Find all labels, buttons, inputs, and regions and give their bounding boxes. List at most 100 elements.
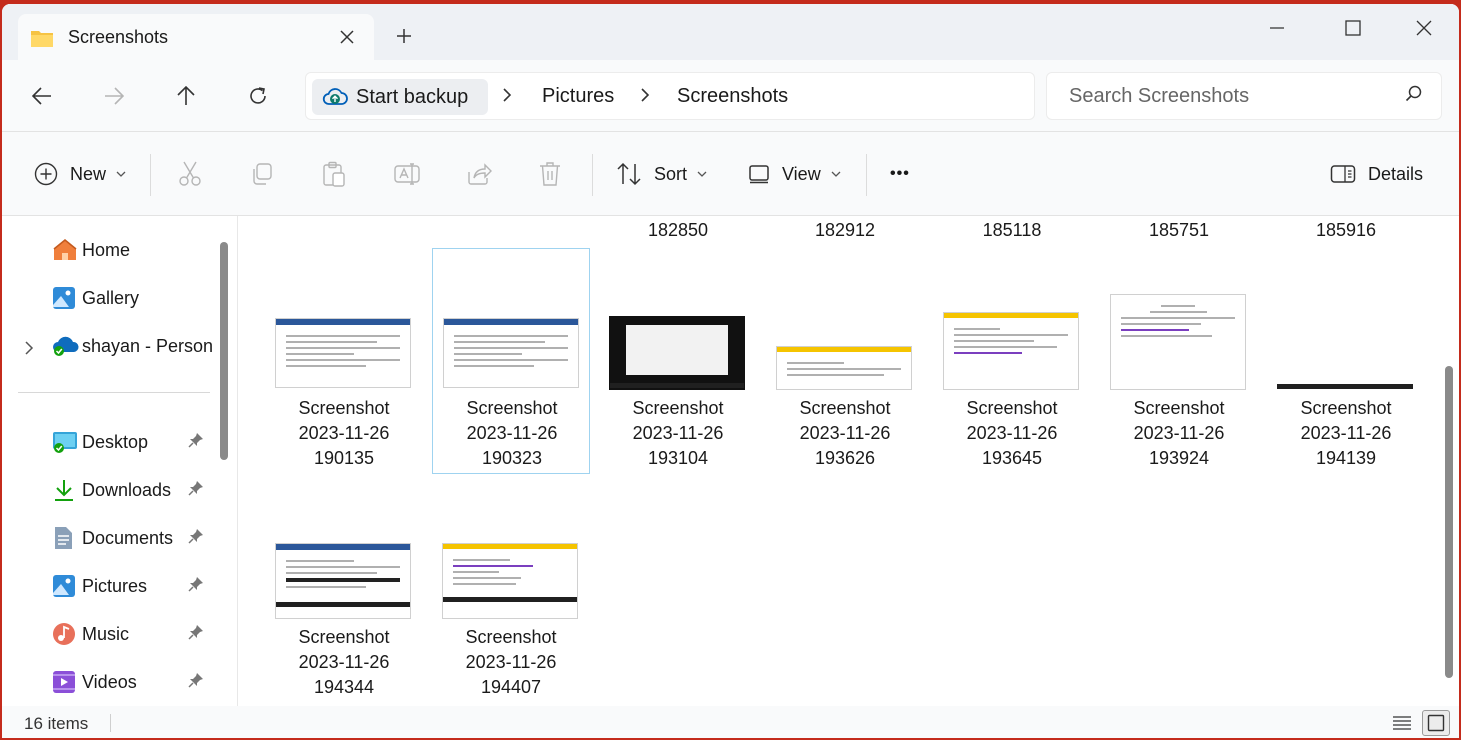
sidebar-label: Documents [82,528,174,548]
separator [866,154,867,196]
new-tab-icon[interactable] [396,22,412,48]
partial-file-label[interactable]: 182912 [770,220,920,241]
file-thumbnail [943,312,1079,390]
chevron-right-icon[interactable] [502,87,512,108]
separator [110,714,111,732]
file-view: 182850 182912 185118 185751 185916 Scree… [239,216,1459,706]
file-name: Screenshot 2023-11-26 190135 [298,398,390,468]
separator [592,154,593,196]
maximize-icon[interactable] [1318,8,1388,48]
partial-file-label[interactable]: 185751 [1104,220,1254,241]
chevron-down-icon [831,167,841,181]
file-name: Screenshot 2023-11-26 190323 [466,398,558,468]
details-view-button[interactable] [1388,710,1416,736]
sort-button[interactable]: Sort [616,158,707,190]
breadcrumb-pictures[interactable]: Pictures [542,85,614,108]
file-thumbnail [275,543,411,619]
sort-icon [616,162,642,186]
plus-circle-icon [34,162,58,186]
view-button[interactable]: View [748,158,841,190]
forward-arrow-icon[interactable] [96,80,132,112]
sidebar-label: Music [82,624,130,644]
sidebar-item-gallery[interactable]: Gallery [2,278,214,318]
sidebar-item-home[interactable]: Home [2,230,214,270]
file-thumbnail [275,318,411,388]
back-arrow-icon[interactable] [24,80,60,112]
pin-icon[interactable] [188,528,204,551]
see-more-button[interactable]: ••• [890,158,910,190]
sidebar-item-pictures[interactable]: Pictures [2,566,214,606]
pictures-icon [52,574,76,598]
trash-icon [538,161,562,187]
address-bar[interactable]: Start backup Pictures Screenshots [305,72,1035,120]
cut-button[interactable] [178,158,202,190]
clipboard-icon [322,161,346,187]
file-thumbnail [442,543,578,619]
pin-icon[interactable] [188,432,204,455]
list-view-icon [1392,715,1412,731]
pin-icon[interactable] [188,480,204,503]
tab-screenshots[interactable]: Screenshots [18,14,374,60]
file-tile[interactable]: Screenshot 2023-11-26 193645 [933,248,1091,474]
file-tile[interactable]: Screenshot 2023-11-26 194344 [265,477,423,703]
start-backup-button[interactable]: Start backup [312,79,488,115]
navigation-pane: Home Gallery shayan - Persona Desktop Do… [2,216,238,706]
onedrive-icon [52,334,79,358]
file-name: Screenshot 2023-11-26 194139 [1300,398,1392,468]
sidebar-item-onedrive[interactable]: shayan - Persona [2,326,214,366]
rename-icon [394,162,420,186]
copy-button[interactable] [250,158,274,190]
minimize-icon[interactable] [1242,8,1312,48]
file-tile[interactable]: Screenshot 2023-11-26 193626 [766,248,924,474]
file-tile[interactable]: Screenshot 2023-11-26 190135 [265,248,423,474]
delete-button[interactable] [538,158,562,190]
file-tile[interactable]: Screenshot 2023-11-26 194407 [432,477,590,703]
sidebar-item-desktop[interactable]: Desktop [2,422,214,462]
folder-icon [30,28,54,47]
status-bar: 16 items [2,706,1459,738]
thumbnail-view-button[interactable] [1422,710,1450,736]
refresh-icon[interactable] [240,80,276,112]
rename-button[interactable] [394,158,420,190]
sidebar-label: Desktop [82,432,149,452]
file-name: Screenshot 2023-11-26 194344 [298,627,390,697]
sidebar-item-documents[interactable]: Documents [2,518,214,558]
more-options-icon: ••• [890,165,910,182]
sidebar-item-videos[interactable]: Videos [2,662,214,702]
paste-button[interactable] [322,158,346,190]
share-button[interactable] [466,158,492,190]
details-pane-button[interactable]: Details [1330,158,1423,190]
content-scrollbar[interactable] [1445,366,1453,678]
partial-file-label[interactable]: 185118 [937,220,1087,241]
close-window-icon[interactable] [1389,8,1459,48]
navigation-bar: Start backup Pictures Screenshots Search… [2,60,1459,132]
sidebar-label: Downloads [82,480,172,500]
search-box[interactable]: Search Screenshots [1046,72,1442,120]
close-tab-icon[interactable] [340,24,354,50]
partial-file-label[interactable]: 182850 [603,220,753,241]
up-arrow-icon[interactable] [168,80,204,112]
chevron-right-icon[interactable] [640,87,650,108]
file-name: Screenshot 2023-11-26 193104 [632,398,724,468]
breadcrumb-screenshots[interactable]: Screenshots [677,85,788,108]
file-tile[interactable]: Screenshot 2023-11-26 193924 [1100,248,1258,474]
search-icon[interactable] [1405,85,1423,108]
search-placeholder: Search Screenshots [1069,84,1250,107]
file-thumbnail [443,318,579,388]
pin-icon[interactable] [188,576,204,599]
new-button[interactable]: New [34,158,126,190]
sidebar-item-music[interactable]: Music [2,614,214,654]
sidebar-item-downloads[interactable]: Downloads [2,470,214,510]
pin-icon[interactable] [188,624,204,647]
file-tile-selected[interactable]: Screenshot 2023-11-26 190323 [432,248,590,474]
file-tile[interactable]: Screenshot 2023-11-26 194139 [1267,248,1425,474]
music-icon [52,622,76,646]
file-tile[interactable]: Screenshot 2023-11-26 193104 [599,248,757,474]
partial-file-label[interactable]: 185916 [1271,220,1421,241]
command-bar: New Sort View ••• Details [2,132,1459,216]
cloud-backup-icon [322,86,348,108]
pin-icon[interactable] [188,672,204,695]
sidebar-label: Pictures [82,576,148,596]
sidebar-scrollbar[interactable] [220,242,228,460]
file-thumbnail [1110,294,1246,390]
